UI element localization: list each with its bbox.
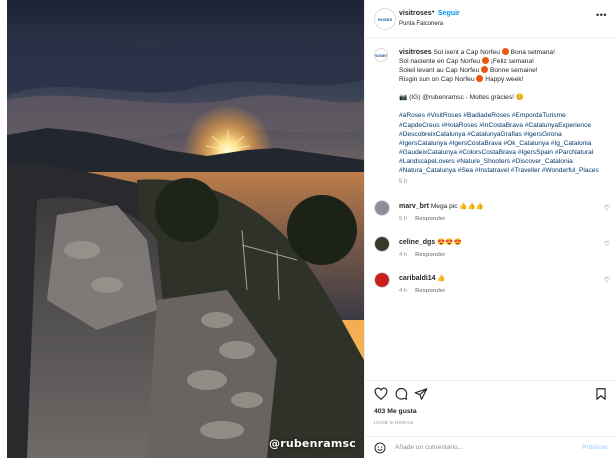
comment-avatar[interactable] [374,272,390,288]
comment-input[interactable]: Añade un comentario... [395,444,463,451]
share-icon[interactable] [414,387,428,401]
avatar[interactable]: ROSES [374,8,396,30]
hashtag-line[interactable]: #LandscapeLovers #Nature_Shooters #Disco… [399,157,614,166]
publish-button[interactable]: Publicar [582,444,608,451]
comments-scroll-area[interactable]: ROSES visitroses Sol ixent a Cap Norfeu … [365,38,616,380]
sun-emoji-icon [481,57,489,65]
post-side-panel: ROSES visitroses • Seguir Punta Falconer… [364,0,616,458]
comment-like-icon[interactable]: ♡ [604,240,610,248]
follow-button[interactable]: Seguir [438,10,460,17]
comment-body: Mega pic 👍👍👍 [430,203,485,210]
caption-time: 5 h [399,179,408,186]
comment-like-icon[interactable]: ♡ [604,276,610,284]
caption-line: Happy week! [485,76,524,84]
post-location[interactable]: Punta Falconera [399,21,443,27]
comment-time: 5 h [399,216,408,222]
comment-avatar[interactable] [374,200,390,216]
caption-line: Bona setmana! [510,49,555,56]
sun-emoji-icon [481,66,489,74]
hashtag-line[interactable]: #IgersCatalunya #IgersCostaBrava #Ok_Cat… [399,139,614,148]
hashtag-line[interactable]: #aRoses #VisitRoses #BadiadeRoses #Empor… [399,111,614,120]
comment-time: 4 h [399,288,408,294]
caption-line: Sol naciente en Cap Norfeu [399,58,481,66]
hashtag-line[interactable]: #GaudeixCatalunya #ColorsCostaBrava #Ige… [399,148,614,157]
post-header: ROSES visitroses • Seguir Punta Falconer… [365,0,616,38]
post-actions: 403 Me gusta HACE 5 HORAS [365,380,616,430]
likes-count[interactable]: 403 Me gusta [374,408,417,415]
reply-button[interactable]: Responder [415,216,445,222]
comment-text: marv_brt Mega pic 👍👍👍 [399,202,484,210]
comment-icon[interactable] [394,387,408,401]
caption-line: Soleil levant au Cap Norfeu [399,67,480,75]
caption-username[interactable]: visitroses [399,49,432,56]
comment-text: celine_dgs 😍😍😍 [399,238,462,246]
sunset-landscape-image [7,0,364,458]
comment-meta: 4 h Responder [399,288,445,294]
post-author-username[interactable]: visitroses [399,10,432,17]
more-options-icon[interactable]: ••• [596,10,607,20]
post-modal: rubeni [0,0,616,458]
emoji-picker-icon[interactable] [374,442,386,454]
camera-emoji-icon: 📷 [399,94,408,102]
caption-line: Sol ixent a Cap Norfeu [433,49,500,56]
caption-line: Risgin sun on Cap Norfeu [399,76,475,84]
hashtags[interactable]: #aRoses #VisitRoses #BadiadeRoses #Empor… [399,111,614,175]
photo-watermark: @rubenramsc [269,437,356,450]
reply-button[interactable]: Responder [415,252,445,258]
comment-avatar[interactable] [374,236,390,252]
caption-line: Bonne semaine! [489,67,538,75]
caption-text: visitroses Sol ixent a Cap Norfeu Bona s… [399,48,614,187]
caption-line: (IG) @rubenramsc - Moltes gràcies! [409,94,514,102]
caption-avatar[interactable]: ROSES [374,48,388,62]
sun-emoji-icon [501,48,509,55]
header-separator: • [432,9,435,16]
reply-button[interactable]: Responder [415,288,445,294]
left-edge: rubeni [0,0,7,458]
comment-username[interactable]: celine_dgs [399,239,435,246]
sun-emoji-icon [476,75,484,83]
post-timestamp: HACE 5 HORAS [374,421,414,426]
comment-username[interactable]: caribaldi14 [399,275,436,282]
comment-username[interactable]: marv_brt [399,203,429,210]
post-photo[interactable]: @rubenramsc [7,0,364,458]
comment-meta: 4 h Responder [399,252,445,258]
comment-like-icon[interactable]: ♡ [604,204,610,212]
add-comment-bar: Añade un comentario... Publicar [365,436,616,458]
bookmark-icon[interactable] [594,387,608,401]
comment-body: 😍😍😍 [437,239,462,246]
comment-time: 4 h [399,252,408,258]
hashtag-line[interactable]: #Natura_Catalunya #Sea #Instatravel #Tra… [399,166,614,175]
comment-meta: 5 h Responder [399,216,445,222]
caption-line: ¡Feliz semana! [490,58,534,66]
hashtag-line[interactable]: #CapdeCreus #HolaRoses #InCostaBrava #Ca… [399,121,614,130]
heart-icon[interactable] [374,387,388,401]
comment-body: 👍 [437,275,446,282]
comment-text: caribaldi14 👍 [399,274,446,282]
smile-emoji-icon: 😊 [515,94,525,102]
hashtag-line[interactable]: #DescobreixCatalunya #CatalunyaGrafias #… [399,130,614,139]
